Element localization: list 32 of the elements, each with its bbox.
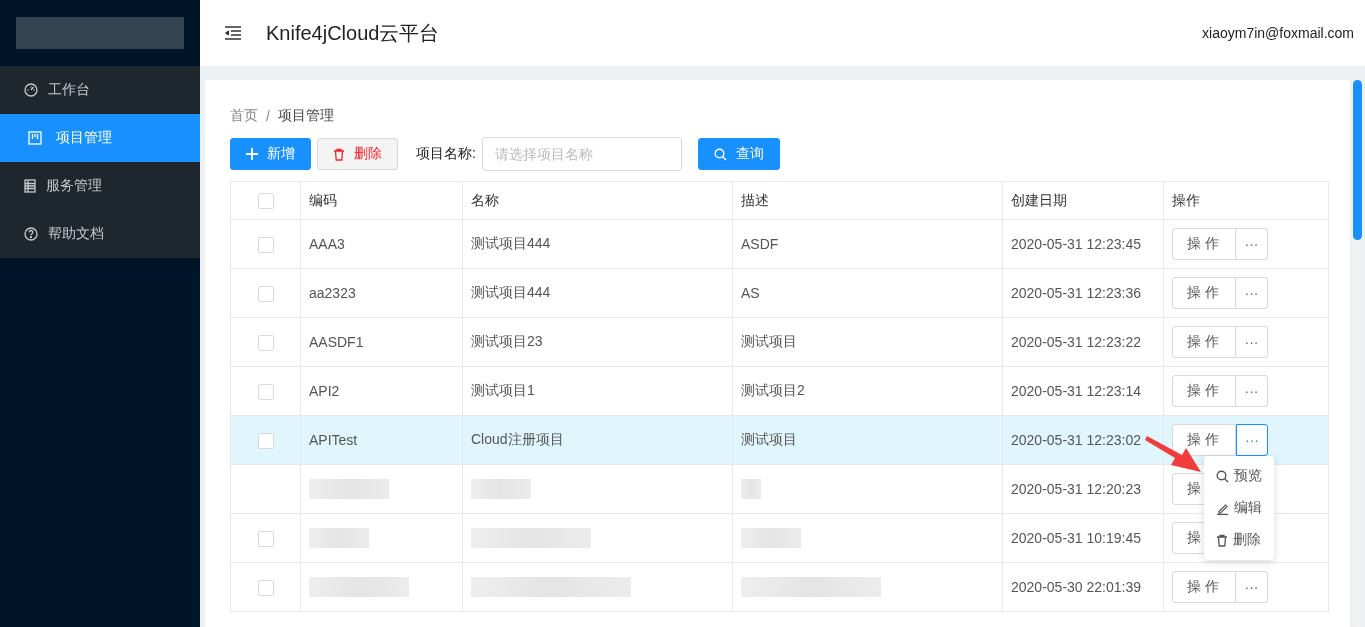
table-cell: 2020-05-31 12:23:36 bbox=[1011, 285, 1141, 301]
table-cell: APITest bbox=[309, 432, 358, 448]
table-cell: 测试项目444 bbox=[471, 235, 551, 251]
table-cell: 2020-05-31 12:23:22 bbox=[1011, 334, 1141, 350]
table-cell: 2020-05-30 22:01:39 bbox=[1011, 579, 1141, 595]
column-header: 创建日期 bbox=[1011, 191, 1067, 208]
table-cell: API2 bbox=[309, 383, 340, 399]
table-cell: 测试项目23 bbox=[471, 333, 543, 349]
column-header: 编码 bbox=[309, 191, 337, 208]
table-cell: 2020-05-31 12:23:45 bbox=[1011, 236, 1141, 252]
table-cell: 测试项目1 bbox=[471, 382, 535, 398]
column-header: 名称 bbox=[471, 191, 499, 208]
table-cell: 2020-05-31 12:23:02 bbox=[1011, 432, 1141, 448]
table-cell: 测试项目 bbox=[741, 333, 797, 349]
table-cell: aa2323 bbox=[309, 285, 356, 301]
table-cell: 测试项目2 bbox=[741, 382, 805, 398]
table-cell: 2020-05-31 12:23:14 bbox=[1011, 383, 1141, 399]
table-cell: AAA3 bbox=[309, 236, 345, 252]
table-cell: 测试项目 bbox=[741, 431, 797, 447]
table-cell: Cloud注册项目 bbox=[471, 431, 564, 447]
table-cell: 2020-05-31 10:19:45 bbox=[1011, 530, 1141, 546]
breadcrumb-separator: / bbox=[266, 108, 270, 124]
column-header: 描述 bbox=[741, 191, 769, 208]
column-header: 操作 bbox=[1172, 191, 1200, 208]
app-title: Knife4jCloud云平台 bbox=[266, 20, 440, 46]
table-cell: 测试项目444 bbox=[471, 284, 551, 300]
breadcrumb-item: 项目管理 bbox=[277, 107, 334, 125]
table-cell: AS bbox=[741, 285, 760, 301]
table-cell: AASDF1 bbox=[309, 334, 364, 350]
table-cell: 2020-05-31 12:20:23 bbox=[1011, 481, 1141, 497]
table-cell: ASDF bbox=[741, 236, 779, 252]
field-label: 项目名称: bbox=[416, 145, 476, 163]
